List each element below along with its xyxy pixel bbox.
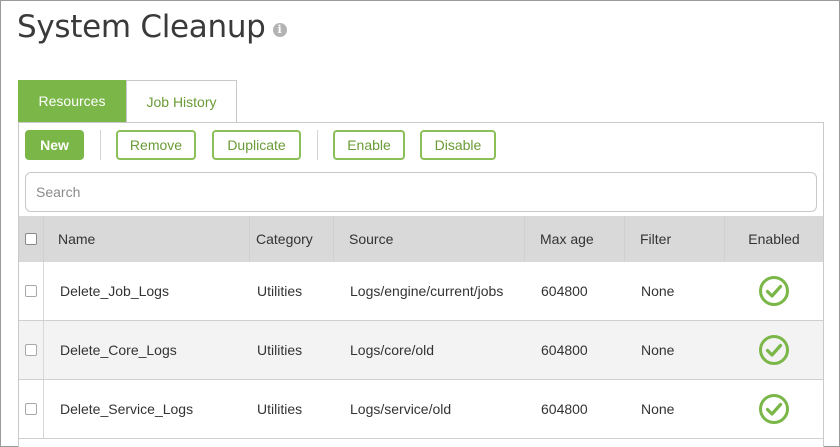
row-source: Logs/service/old bbox=[350, 401, 452, 417]
row-category: Utilities bbox=[257, 342, 303, 358]
tab-bar: Resources Job History bbox=[18, 80, 237, 122]
page-title: System Cleanup bbox=[17, 9, 266, 45]
resources-panel: New Remove Duplicate Enable Disable Name… bbox=[18, 122, 824, 447]
row-name: Delete_Service_Logs bbox=[60, 401, 194, 417]
check-circle-icon bbox=[758, 335, 789, 365]
row-enabled bbox=[724, 321, 823, 379]
row-enabled bbox=[724, 380, 823, 438]
toolbar-divider bbox=[100, 130, 101, 160]
info-icon[interactable]: i bbox=[272, 23, 287, 37]
tab-job-history[interactable]: Job History bbox=[126, 80, 237, 122]
search-input[interactable] bbox=[25, 172, 817, 212]
table-header-row: Name Category Source Max age Filter Enab… bbox=[19, 216, 823, 262]
row-select-cell bbox=[19, 262, 44, 320]
table-row[interactable]: Delete_Job_Logs Utilities Logs/engine/cu… bbox=[19, 262, 823, 321]
row-source: Logs/core/old bbox=[350, 342, 435, 358]
resources-table: Name Category Source Max age Filter Enab… bbox=[19, 216, 823, 439]
row-filter: None bbox=[641, 401, 675, 417]
row-checkbox[interactable] bbox=[25, 403, 37, 415]
row-select-cell bbox=[19, 321, 44, 379]
row-select-cell bbox=[19, 380, 44, 438]
row-max-age: 604800 bbox=[541, 283, 588, 299]
column-header-filter[interactable]: Filter bbox=[624, 216, 724, 262]
row-category: Utilities bbox=[257, 283, 303, 299]
row-checkbox[interactable] bbox=[25, 344, 37, 356]
tab-resources[interactable]: Resources bbox=[18, 80, 126, 122]
table-row[interactable]: Delete_Core_Logs Utilities Logs/core/old… bbox=[19, 321, 823, 380]
row-name: Delete_Job_Logs bbox=[60, 283, 169, 299]
column-header-max-age[interactable]: Max age bbox=[524, 216, 624, 262]
column-header-source[interactable]: Source bbox=[333, 216, 524, 262]
row-max-age: 604800 bbox=[541, 401, 588, 417]
remove-button[interactable]: Remove bbox=[116, 130, 196, 160]
disable-button[interactable]: Disable bbox=[420, 130, 496, 160]
row-filter: None bbox=[641, 342, 675, 358]
row-category: Utilities bbox=[257, 401, 303, 417]
toolbar-divider bbox=[317, 130, 318, 160]
check-circle-icon bbox=[758, 276, 789, 306]
page-header: System Cleanup i bbox=[17, 9, 287, 45]
column-header-name[interactable]: Name bbox=[44, 216, 249, 262]
row-source: Logs/engine/current/jobs bbox=[350, 283, 504, 299]
row-name: Delete_Core_Logs bbox=[60, 342, 177, 358]
new-button[interactable]: New bbox=[25, 130, 84, 160]
column-header-category[interactable]: Category bbox=[249, 216, 333, 262]
table-row[interactable]: Delete_Service_Logs Utilities Logs/servi… bbox=[19, 380, 823, 439]
select-all-cell bbox=[19, 216, 44, 262]
enable-button[interactable]: Enable bbox=[333, 130, 405, 160]
duplicate-button[interactable]: Duplicate bbox=[212, 130, 301, 160]
row-checkbox[interactable] bbox=[25, 285, 37, 297]
row-max-age: 604800 bbox=[541, 342, 588, 358]
row-enabled bbox=[724, 262, 823, 320]
toolbar: New Remove Duplicate Enable Disable bbox=[25, 130, 496, 160]
column-header-enabled[interactable]: Enabled bbox=[724, 216, 823, 262]
select-all-checkbox[interactable] bbox=[25, 233, 37, 245]
check-circle-icon bbox=[758, 394, 789, 424]
row-filter: None bbox=[641, 283, 675, 299]
